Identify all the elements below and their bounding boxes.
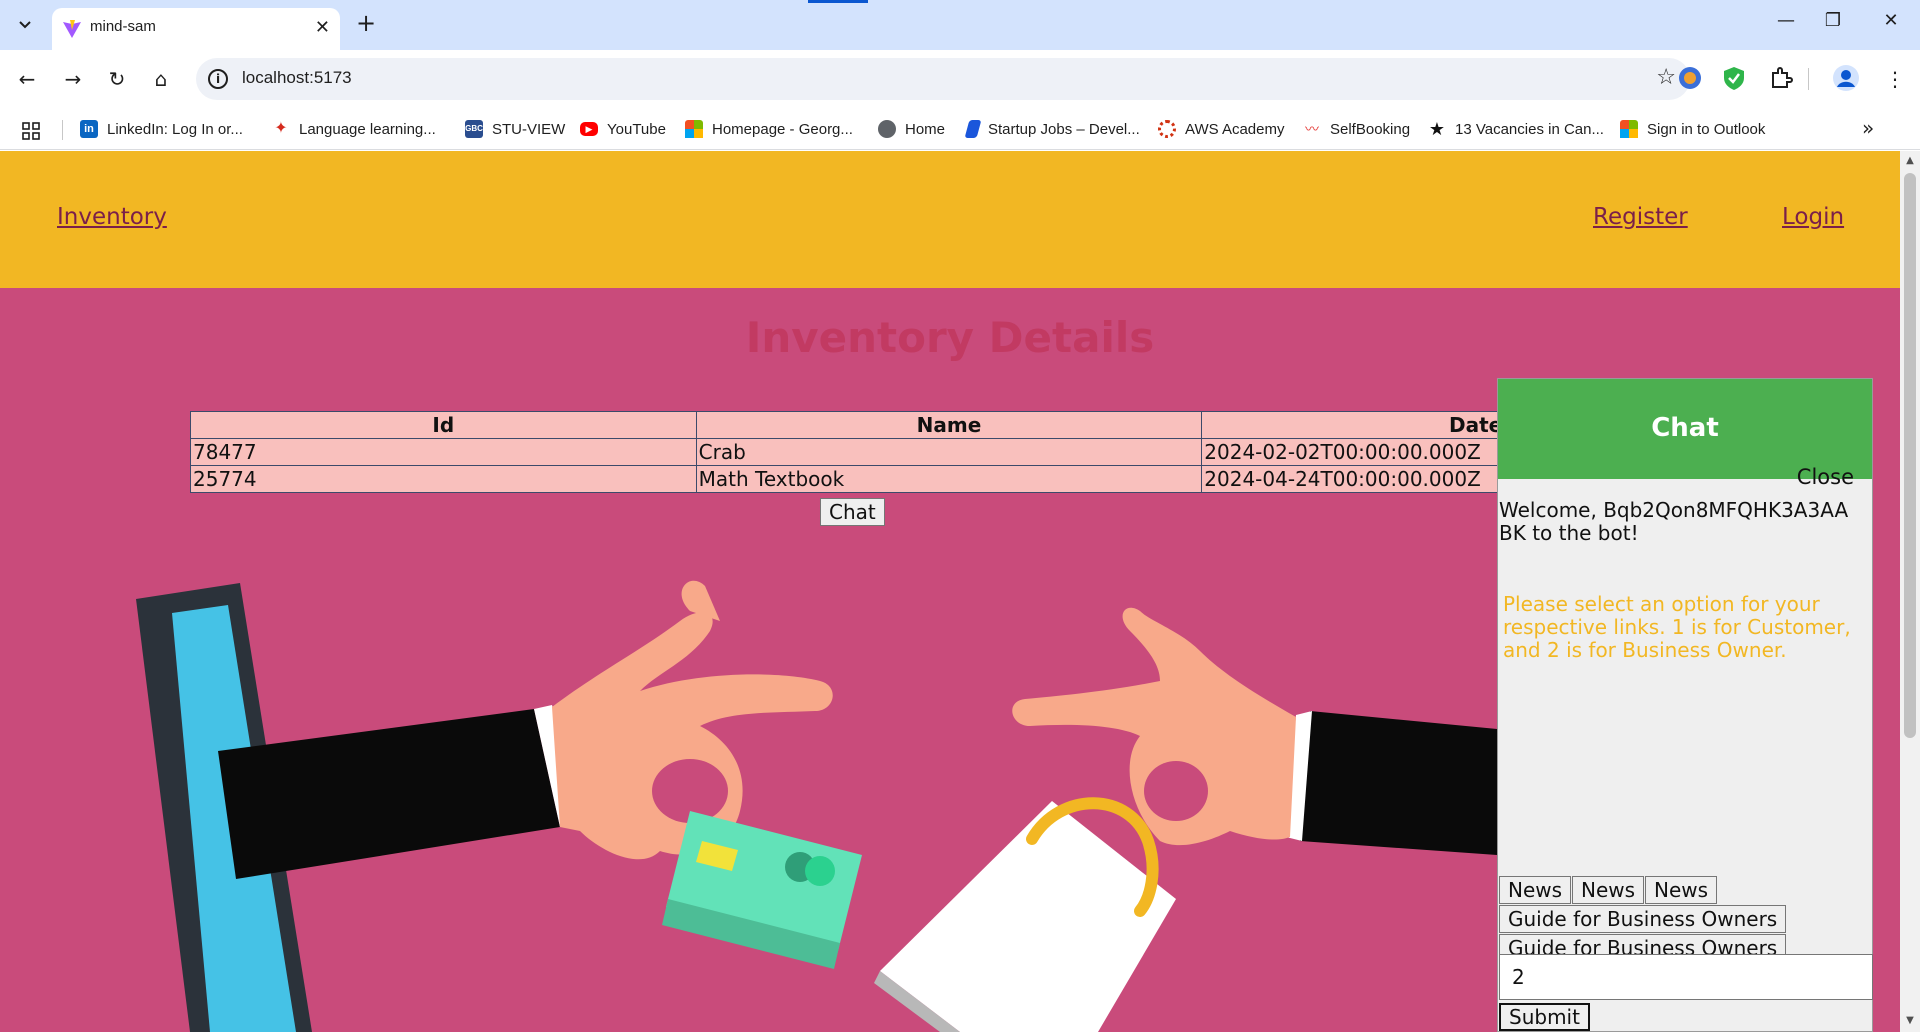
page-viewport: Inventory Register Login Inventory Detai… (0, 151, 1900, 1032)
news-button[interactable]: News (1499, 876, 1572, 904)
apps-grid-icon[interactable] (22, 122, 40, 140)
bookmark-outlook[interactable]: Sign in to Outlook (1620, 118, 1765, 140)
aws-icon (1158, 120, 1176, 138)
cell-name: Crab (695, 438, 1203, 466)
cell-id: 78477 (190, 438, 697, 466)
browser-tab[interactable]: mind-sam ✕ (52, 8, 340, 50)
close-window-icon[interactable]: ✕ (1868, 10, 1914, 40)
home-icon[interactable]: ⌂ (146, 64, 176, 94)
site-info-icon[interactable]: i (208, 69, 228, 89)
more-bookmarks-chevron-icon[interactable]: » (1862, 116, 1874, 140)
bookmarks-bar: in LinkedIn: Log In or... ✦ Language lea… (0, 108, 1920, 150)
vite-favicon-icon (63, 20, 81, 38)
back-arrow-icon[interactable]: ← (12, 64, 42, 94)
bookmark-label: SelfBooking (1330, 120, 1411, 138)
minimize-window-icon[interactable]: — (1763, 10, 1809, 40)
chat-message-input[interactable]: 2 (1499, 954, 1873, 1000)
cell-id: 25774 (190, 465, 697, 493)
bookmark-label: STU-VIEW (492, 120, 566, 138)
bookmark-startup-jobs[interactable]: Startup Jobs – Devel... (964, 118, 1140, 140)
bookmark-label: 13 Vacancies in Can... (1455, 120, 1604, 138)
toolbar-divider (1808, 68, 1809, 90)
news-button[interactable]: News (1645, 876, 1718, 904)
page-scrollbar[interactable]: ▲ ▼ (1900, 151, 1920, 1032)
reload-icon[interactable]: ↻ (102, 64, 132, 94)
cell-name: Math Textbook (695, 465, 1203, 493)
restore-window-icon[interactable]: ❐ (1810, 10, 1856, 40)
extensions-puzzle-icon[interactable] (1767, 64, 1795, 92)
browser-menu-icon[interactable]: ⋮ (1880, 64, 1910, 94)
gbc-icon: GBC (465, 120, 483, 138)
login-link[interactable]: Login (1782, 204, 1844, 230)
browser-titlebar: mind-sam ✕ + — ❐ ✕ (0, 0, 1920, 50)
microsoft-icon (685, 120, 703, 138)
linkedin-icon: in (80, 120, 98, 138)
chat-header: Chat (1498, 379, 1872, 479)
star-icon: ★ (1428, 119, 1446, 139)
shield-extension-icon[interactable] (1720, 64, 1748, 92)
chat-prompt-message: Please select an option for your respect… (1503, 592, 1851, 662)
youtube-icon: ▶ (580, 122, 598, 136)
bookmark-label: AWS Academy (1185, 120, 1285, 138)
maple-leaf-icon: ✦ (274, 120, 288, 137)
bookmark-label: Home (905, 120, 946, 138)
chat-submit-button[interactable]: Submit (1499, 1003, 1590, 1031)
scroll-down-arrow-icon[interactable]: ▼ (1904, 1015, 1916, 1029)
right-sleeve-shape (1300, 711, 1497, 855)
bookmark-language-learning[interactable]: ✦ Language learning... (272, 118, 436, 140)
bookmark-label: YouTube (607, 120, 666, 138)
address-url[interactable]: localhost:5173 (242, 68, 352, 88)
bookmark-vacancies[interactable]: ★ 13 Vacancies in Can... (1428, 118, 1604, 140)
bookmark-home[interactable]: Home (878, 118, 945, 140)
bookmark-aws-academy[interactable]: AWS Academy (1158, 118, 1284, 140)
bookmark-label: Homepage - Georg... (712, 120, 853, 138)
new-tab-button[interactable]: + (352, 10, 380, 38)
bookmark-linkedin[interactable]: in LinkedIn: Log In or... (80, 118, 243, 140)
register-link[interactable]: Register (1593, 204, 1688, 230)
tab-close-icon[interactable]: ✕ (315, 17, 330, 38)
startup-icon (964, 120, 982, 138)
globe-icon (878, 120, 896, 138)
guide-business-owners-button[interactable]: Guide for Business Owners (1499, 905, 1787, 933)
news-button[interactable]: News (1572, 876, 1645, 904)
chat-panel: Chat Close Welcome, Bqb2Qon8MFQHK3A3AABK… (1497, 378, 1873, 1032)
bookmark-label: LinkedIn: Log In or... (107, 120, 243, 138)
bookmark-selfbooking[interactable]: 〰 SelfBooking (1303, 118, 1410, 140)
scroll-up-arrow-icon[interactable]: ▲ (1904, 155, 1916, 169)
bookmark-label: Sign in to Outlook (1647, 120, 1766, 138)
column-header-name: Name (695, 411, 1203, 439)
bookmark-youtube[interactable]: ▶ YouTube (580, 118, 666, 140)
bookmark-label: Language learning... (299, 120, 436, 138)
page-title: Inventory Details (745, 313, 1155, 362)
profile-avatar-icon[interactable] (1832, 64, 1860, 92)
bookmark-label: Startup Jobs – Devel... (988, 120, 1140, 138)
tab-strip-indicator (808, 0, 868, 3)
bookmark-star-icon[interactable]: ☆ (1656, 65, 1676, 90)
microsoft-icon (1620, 120, 1638, 138)
address-bar[interactable]: i localhost:5173 ☆ (196, 58, 1690, 100)
bookmark-stu-view[interactable]: GBC STU-VIEW (465, 118, 565, 140)
column-header-id: Id (190, 411, 697, 439)
forward-arrow-icon[interactable]: → (58, 64, 88, 94)
browser-toolbar: ← → ↻ ⌂ i localhost:5173 ☆ ⋮ (0, 50, 1920, 108)
selfbooking-icon: 〰 (1305, 121, 1319, 137)
bookmarks-divider (62, 120, 63, 140)
chat-title: Chat (1651, 413, 1719, 443)
chat-welcome-message: Welcome, Bqb2Qon8MFQHK3A3AABK to the bot… (1499, 498, 1849, 545)
open-chat-button[interactable]: Chat (820, 498, 885, 526)
inventory-link[interactable]: Inventory (57, 204, 167, 230)
bookmark-homepage-george[interactable]: Homepage - Georg... (685, 118, 853, 140)
extension-circle-icon[interactable] (1676, 64, 1704, 92)
left-sleeve-shape (218, 709, 560, 879)
site-header: Inventory Register Login (0, 151, 1900, 288)
tab-title: mind-sam (90, 18, 156, 35)
chat-close-button[interactable]: Close (1797, 465, 1854, 489)
tab-search-chevron-icon[interactable] (10, 10, 40, 40)
scroll-thumb[interactable] (1904, 173, 1916, 738)
